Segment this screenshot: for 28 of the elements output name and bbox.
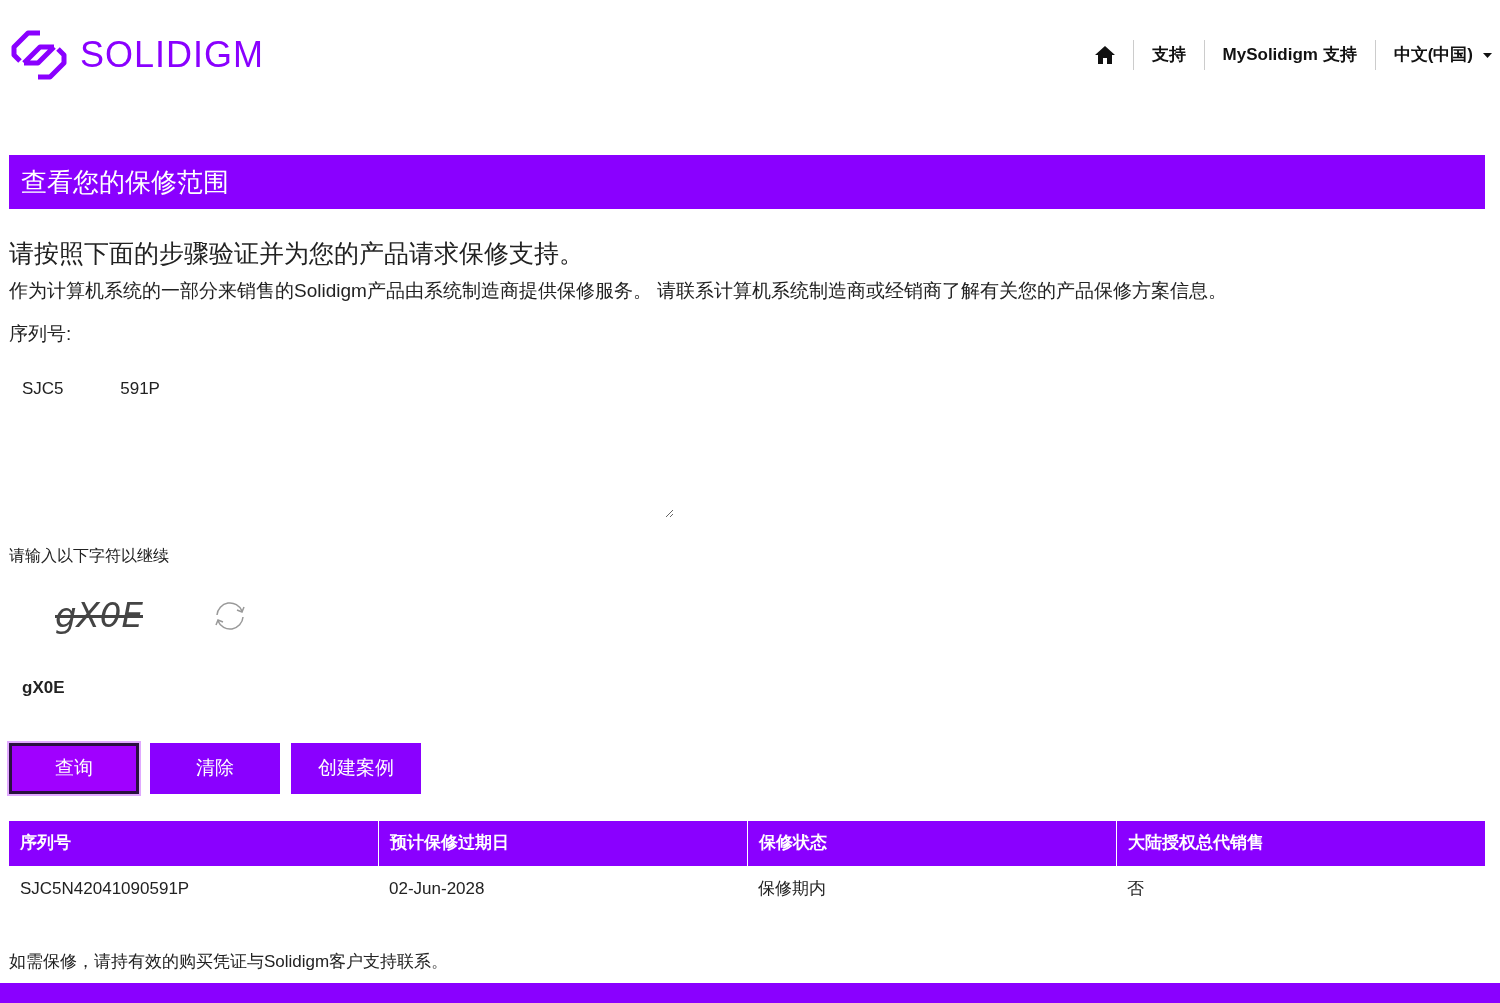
- action-button[interactable]: 清除: [150, 742, 280, 794]
- logo-wordmark: SOLIDIGM: [80, 33, 265, 77]
- logo-icon: [10, 29, 68, 81]
- language-dropdown[interactable]: 中文(中国): [1393, 42, 1492, 68]
- page-title: 查看您的保修范围: [21, 165, 229, 199]
- home-icon[interactable]: [1094, 46, 1115, 64]
- table-cell: 保修期内: [747, 865, 1116, 912]
- table-cell: SJC5N42041090591P: [9, 865, 378, 912]
- caret-icon: [1483, 52, 1492, 58]
- serial-label: 序列号:: [9, 321, 72, 346]
- column-header: 预计保修过期日: [378, 820, 747, 866]
- refresh-icon[interactable]: [213, 600, 247, 631]
- footer-note: 如需保修，请持有效的购买凭证与Solidigm客户支持联系。: [9, 950, 450, 973]
- table-cell: 02-Jun-2028: [378, 865, 747, 912]
- action-button[interactable]: 查询: [9, 742, 139, 794]
- warranty-note: 作为计算机系统的一部分来销售的Solidigm产品由系统制造商提供保修服务。 请联系计算机系统制造商或经销商了解有关您的产品保修方案信息。: [9, 279, 1229, 303]
- column-header: 大陆授权总代销售: [1116, 820, 1485, 866]
- nav-link[interactable]: 支持: [1151, 42, 1186, 68]
- column-header: 序列号: [9, 820, 378, 866]
- table-cell: 否: [1116, 865, 1485, 912]
- column-header: 保修状态: [747, 820, 1116, 866]
- action-button[interactable]: 创建案例: [291, 742, 421, 794]
- captcha-input[interactable]: gX0E: [9, 671, 309, 705]
- nav-link[interactable]: MySolidigm 支持: [1222, 42, 1357, 68]
- serial-input[interactable]: SJC5 591P: [9, 368, 674, 518]
- instructions-heading: 请按照下面的步骤验证并为您的产品请求保修支持。: [9, 238, 585, 269]
- captcha-prompt: 请输入以下字符以继续: [9, 546, 169, 566]
- captcha-image: gX0E: [55, 594, 143, 637]
